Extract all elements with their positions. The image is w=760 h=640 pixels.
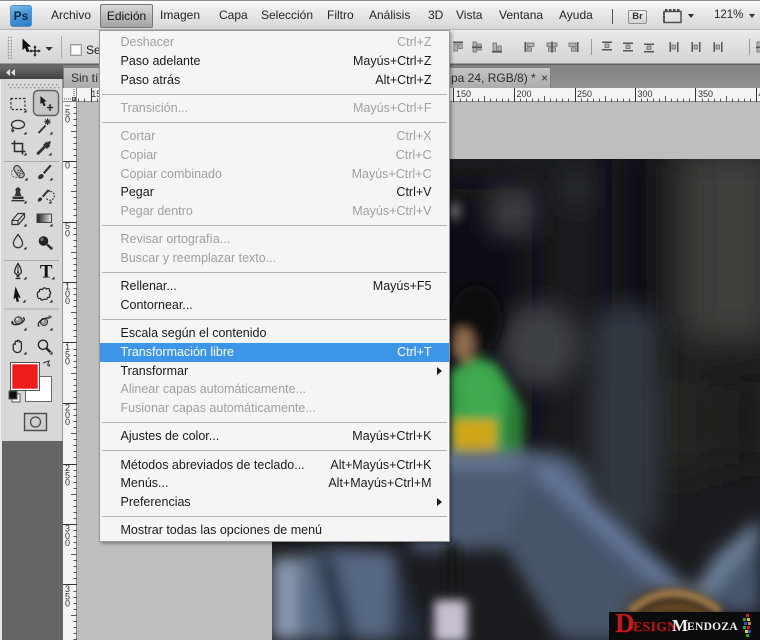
svg-text:300: 300 — [638, 89, 653, 99]
svg-text:0: 0 — [65, 478, 70, 488]
svg-text:0: 0 — [65, 228, 70, 238]
svg-text:0: 0 — [65, 296, 70, 306]
svg-text:150: 150 — [456, 89, 471, 99]
svg-text:0: 0 — [65, 161, 70, 171]
svg-text:200: 200 — [517, 89, 532, 99]
svg-text:0: 0 — [65, 115, 70, 125]
svg-text:350: 350 — [698, 89, 713, 99]
svg-text:0: 0 — [65, 538, 70, 548]
svg-text:0: 0 — [65, 357, 70, 367]
svg-text:0: 0 — [65, 417, 70, 427]
svg-text:0: 0 — [65, 599, 70, 609]
svg-text:250: 250 — [577, 89, 592, 99]
svg-text:T: T — [40, 262, 53, 283]
